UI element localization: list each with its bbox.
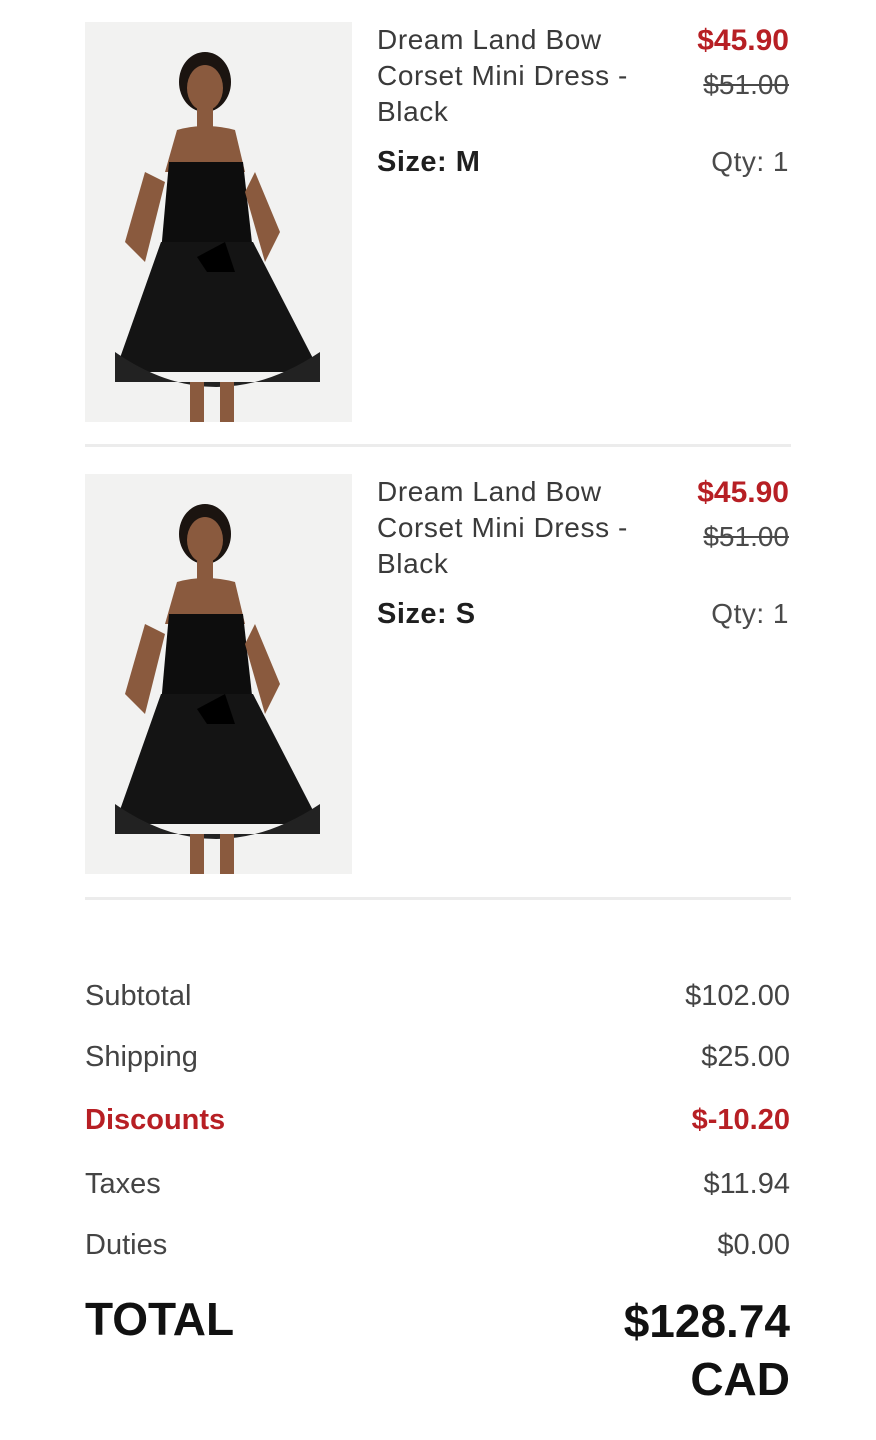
- product-name[interactable]: Dream Land Bow Corset Mini Dress - Black: [377, 22, 657, 130]
- shipping-value: $25.00: [701, 1041, 790, 1073]
- summary-taxes: Taxes $11.94: [85, 1168, 790, 1208]
- qty-label: Qty:: [711, 146, 765, 177]
- total-label: TOTAL: [85, 1293, 235, 1345]
- product-name[interactable]: Dream Land Bow Corset Mini Dress - Black: [377, 474, 657, 582]
- product-image[interactable]: [85, 22, 352, 422]
- summary-subtotal: Subtotal $102.00: [85, 980, 790, 1020]
- taxes-value: $11.94: [703, 1168, 790, 1200]
- subtotal-value: $102.00: [685, 980, 790, 1012]
- subtotal-label: Subtotal: [85, 980, 192, 1012]
- dress-photo-icon: [85, 474, 352, 874]
- dress-photo-icon: [85, 22, 352, 422]
- total-value: $128.74 CAD: [624, 1292, 790, 1408]
- qty-value: 1: [772, 146, 789, 177]
- qty-label: Qty:: [711, 598, 765, 629]
- summary-duties: Duties $0.00: [85, 1229, 790, 1269]
- size-label: Size:: [377, 146, 448, 178]
- original-price: $51.00: [703, 521, 789, 552]
- discounts-label: Discounts: [85, 1104, 226, 1136]
- product-quantity: Qty: 1: [711, 146, 789, 178]
- summary-discounts: Discounts $-10.20: [85, 1104, 790, 1144]
- cart-item: Dream Land Bow Corset Mini Dress - Black…: [85, 474, 791, 874]
- shipping-label: Shipping: [85, 1041, 198, 1073]
- product-size: Size: M: [377, 146, 480, 179]
- total-amount: $128.74: [623, 1295, 790, 1347]
- product-image[interactable]: [85, 474, 352, 874]
- duties-label: Duties: [85, 1229, 168, 1261]
- size-value: M: [455, 146, 481, 178]
- cart-item: Dream Land Bow Corset Mini Dress - Black…: [85, 22, 791, 422]
- divider: [85, 444, 791, 447]
- total-currency: CAD: [690, 1353, 790, 1405]
- discounts-value: $-10.20: [691, 1104, 790, 1136]
- product-quantity: Qty: 1: [711, 598, 789, 630]
- size-label: Size:: [377, 598, 448, 630]
- size-value: S: [455, 598, 476, 630]
- duties-value: $0.00: [717, 1229, 790, 1261]
- product-size: Size: S: [377, 598, 476, 631]
- sale-price: $45.90: [697, 24, 789, 57]
- qty-value: 1: [772, 598, 789, 629]
- sale-price: $45.90: [697, 476, 789, 509]
- taxes-label: Taxes: [85, 1168, 161, 1200]
- divider: [85, 897, 791, 900]
- summary-shipping: Shipping $25.00: [85, 1041, 790, 1081]
- original-price: $51.00: [703, 69, 789, 100]
